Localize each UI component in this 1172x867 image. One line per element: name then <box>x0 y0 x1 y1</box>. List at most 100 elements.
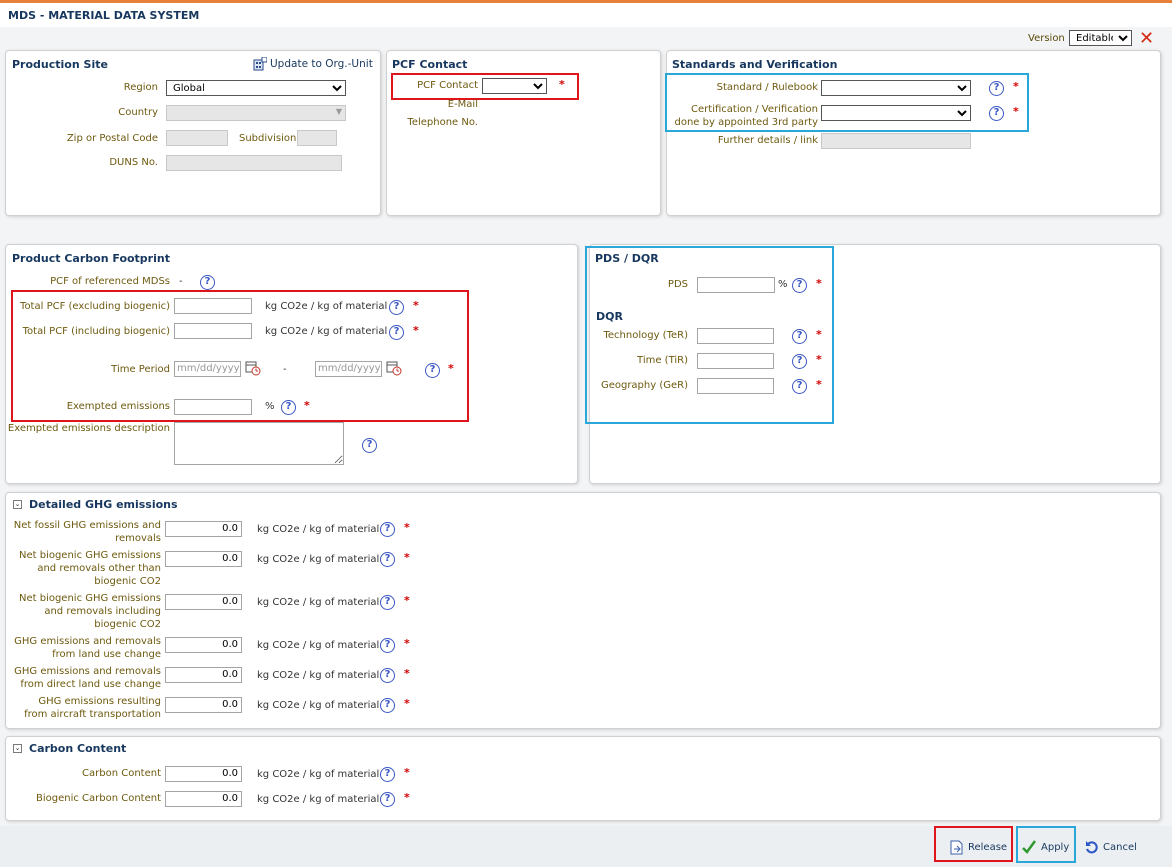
pds-dqr-title: PDS / DQR <box>595 252 659 265</box>
release-button[interactable]: Release <box>950 840 1007 855</box>
date-from-input[interactable]: mm/dd/yyyy <box>174 361 241 377</box>
subdivision-label: Subdivision <box>239 133 297 144</box>
carbon-row-input[interactable]: 0.0 <box>165 791 242 807</box>
carbon-row-help-icon[interactable]: ? <box>380 792 395 807</box>
pcf-title: Product Carbon Footprint <box>12 252 170 265</box>
total-incl-input[interactable] <box>174 323 252 339</box>
ghg-row-unit: kg CO2e / kg of material <box>257 700 380 711</box>
carbon-row-help-icon[interactable]: ? <box>380 767 395 782</box>
ghg-row-label: Net biogenic GHG emissions and removals o… <box>18 550 161 587</box>
exempted-input[interactable] <box>174 399 252 415</box>
country-select[interactable]: ▼ <box>166 105 346 121</box>
ghg-row-help-icon[interactable]: ? <box>380 595 395 610</box>
ghg-row-required: * <box>404 637 410 650</box>
org-unit-icon[interactable] <box>253 56 268 71</box>
dqr-title: DQR <box>596 310 623 323</box>
carbon-row-required: * <box>404 766 410 779</box>
calendar-to-icon[interactable] <box>386 360 402 376</box>
undo-icon <box>1085 840 1099 854</box>
ger-label: Geography (GeR) <box>600 380 688 391</box>
exempted-desc-textarea[interactable] <box>174 422 344 465</box>
time-period-help-icon[interactable]: ? <box>425 363 440 378</box>
cancel-button[interactable]: Cancel <box>1085 840 1137 854</box>
cert-required: * <box>1013 105 1019 118</box>
ghg-row-help-icon[interactable]: ? <box>380 638 395 653</box>
carbon-row-unit: kg CO2e / kg of material <box>257 769 380 780</box>
ghg-collapse-toggle[interactable]: ⌄ <box>13 500 22 509</box>
ger-help-icon[interactable]: ? <box>792 379 807 394</box>
ghg-row-input[interactable]: 0.0 <box>165 594 242 610</box>
total-excl-required: * <box>413 299 419 312</box>
carbon-row-label: Carbon Content <box>82 768 161 779</box>
total-incl-unit: kg CO2e / kg of material <box>265 326 388 337</box>
telephone-label: Telephone No. <box>407 117 478 128</box>
apply-label: Apply <box>1041 841 1070 853</box>
time-period-required: * <box>448 362 454 375</box>
exempted-desc-help-icon[interactable]: ? <box>362 438 377 453</box>
ghg-row-label: GHG emissions resulting from aircraft tra… <box>24 696 161 720</box>
details-label: Further details / link <box>717 135 818 146</box>
pcf-contact-select[interactable] <box>482 78 547 94</box>
pds-help-icon[interactable]: ? <box>792 278 807 293</box>
ghg-row-input[interactable]: 0.0 <box>165 551 242 567</box>
pds-input[interactable] <box>697 277 775 293</box>
ghg-row-unit: kg CO2e / kg of material <box>257 670 380 681</box>
production-site-title: Production Site <box>12 58 108 71</box>
carbon-collapse-toggle[interactable]: ⌄ <box>13 744 22 753</box>
ghg-row-help-icon[interactable]: ? <box>380 668 395 683</box>
cert-label: Certification / Verification done by appo… <box>674 104 819 128</box>
region-label: Region <box>123 82 158 93</box>
ghg-row-help-icon[interactable]: ? <box>380 698 395 713</box>
ghg-row-required: * <box>404 594 410 607</box>
release-icon <box>950 840 964 855</box>
ter-required: * <box>816 328 822 341</box>
pcf-contact-title: PCF Contact <box>392 58 468 71</box>
cert-help-icon[interactable]: ? <box>989 106 1004 121</box>
standard-help-icon[interactable]: ? <box>989 81 1004 96</box>
ghg-row-help-icon[interactable]: ? <box>380 522 395 537</box>
carbon-row-label: Biogenic Carbon Content <box>35 793 161 804</box>
tir-input[interactable] <box>697 353 774 369</box>
total-excl-input[interactable] <box>174 298 252 314</box>
close-icon[interactable]: ✕ <box>1139 30 1154 48</box>
update-org-unit-link[interactable]: Update to Org.-Unit <box>270 58 373 70</box>
ghg-row-unit: kg CO2e / kg of material <box>257 524 380 535</box>
ger-required: * <box>816 378 822 391</box>
checkmark-icon <box>1021 839 1037 855</box>
details-input[interactable] <box>821 133 971 149</box>
calendar-from-icon[interactable] <box>245 360 261 376</box>
date-to-input[interactable]: mm/dd/yyyy <box>315 361 382 377</box>
tir-help-icon[interactable]: ? <box>792 354 807 369</box>
ghg-row-label: Net biogenic GHG emissions and removals i… <box>18 593 161 630</box>
title-bar: MDS - MATERIAL DATA SYSTEM <box>0 3 1172 27</box>
carbon-row-unit: kg CO2e / kg of material <box>257 794 380 805</box>
carbon-row-required: * <box>404 791 410 804</box>
ghg-row-input[interactable]: 0.0 <box>165 697 242 713</box>
ghg-row-help-icon[interactable]: ? <box>380 552 395 567</box>
exempted-help-icon[interactable]: ? <box>281 400 296 415</box>
pds-percent: % <box>778 279 788 290</box>
ghg-row-input[interactable]: 0.0 <box>165 667 242 683</box>
duns-input[interactable] <box>166 155 342 171</box>
apply-button[interactable]: Apply <box>1021 839 1069 855</box>
ghg-row-label: GHG emissions and removals from direct la… <box>14 666 161 690</box>
zip-input[interactable] <box>166 130 228 146</box>
pcf-referenced-help-icon[interactable]: ? <box>200 275 215 290</box>
ghg-row-label: GHG emissions and removals from land use … <box>14 636 161 660</box>
standard-select[interactable] <box>821 80 971 96</box>
ger-input[interactable] <box>697 378 774 394</box>
ter-input[interactable] <box>697 328 774 344</box>
pcf-contact-required: * <box>559 78 565 91</box>
ghg-row-input[interactable]: 0.0 <box>165 637 242 653</box>
ter-help-icon[interactable]: ? <box>792 329 807 344</box>
subdivision-input[interactable] <box>297 130 337 146</box>
region-select[interactable]: Global <box>166 80 346 96</box>
pds-required: * <box>816 277 822 290</box>
ghg-row-input[interactable]: 0.0 <box>165 521 242 537</box>
total-incl-help-icon[interactable]: ? <box>389 325 404 340</box>
carbon-row-input[interactable]: 0.0 <box>165 766 242 782</box>
total-excl-help-icon[interactable]: ? <box>389 300 404 315</box>
pcf-referenced-value: - <box>179 276 183 287</box>
cert-select[interactable] <box>821 105 971 121</box>
version-select[interactable]: Editable <box>1069 30 1132 46</box>
